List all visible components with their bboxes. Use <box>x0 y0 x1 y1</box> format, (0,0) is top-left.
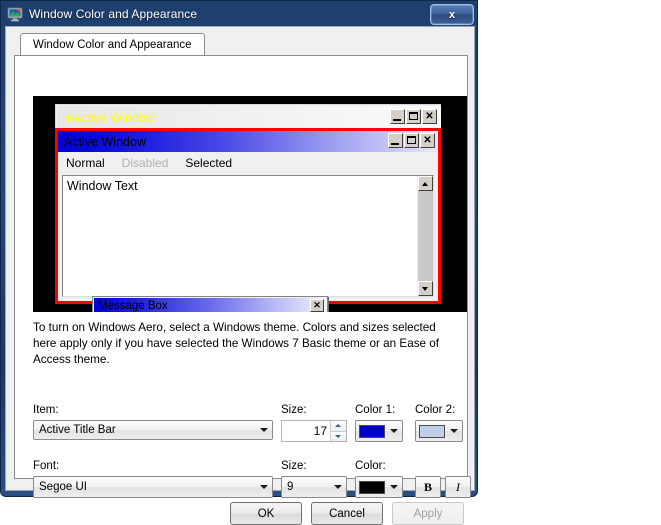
maximize-icon[interactable] <box>404 133 419 148</box>
font-label: Font: <box>33 460 60 472</box>
item-size-spin-buttons <box>330 421 346 441</box>
item-size-value[interactable]: 17 <box>282 421 330 441</box>
dialog-client-area: Window Color and Appearance Inactive Win… <box>5 26 475 525</box>
scroll-down-icon[interactable] <box>418 281 433 296</box>
chevron-down-icon[interactable] <box>330 485 346 489</box>
preview-active-caption-buttons: ✕ <box>388 133 435 148</box>
scrollbar-track[interactable] <box>418 191 433 281</box>
spinner-down-icon[interactable] <box>331 431 346 441</box>
item-size-label: Size: <box>281 404 307 416</box>
menu-item-selected[interactable]: Selected <box>185 156 232 170</box>
menu-item-disabled: Disabled <box>121 155 169 170</box>
menu-item-normal[interactable]: Normal <box>66 156 105 170</box>
display-monitor-icon <box>7 6 23 22</box>
color2-label: Color 2: <box>415 404 456 416</box>
chevron-down-icon[interactable] <box>445 429 462 433</box>
preview-message-box-title-bar[interactable]: Message Box ✕ <box>94 298 326 312</box>
close-icon[interactable]: ✕ <box>310 299 324 312</box>
font-select[interactable]: Segoe UI <box>33 476 273 498</box>
window-title: Window Color and Appearance <box>29 6 198 21</box>
tab-strip: Window Color and Appearance <box>14 33 468 56</box>
scroll-up-icon[interactable] <box>418 176 433 191</box>
close-icon[interactable]: x <box>430 4 474 25</box>
tab-page: Inactive Window ✕ Active Window ✕ Normal… <box>14 55 471 498</box>
chevron-down-icon[interactable] <box>385 429 402 433</box>
preview-message-box-title-text: Message Box <box>98 300 168 312</box>
font-size-select-value: 9 <box>287 481 294 493</box>
preview-inactive-caption-buttons: ✕ <box>390 109 437 124</box>
title-bar: Window Color and Appearance x <box>1 1 479 26</box>
color2-swatch <box>419 424 445 438</box>
color2-picker[interactable] <box>415 420 463 442</box>
bold-button[interactable]: B <box>415 476 441 498</box>
preview-message-box[interactable]: Message Box ✕ Message Text OK <box>92 296 328 312</box>
preview-window-text: Window Text <box>67 179 138 193</box>
preview-menu-bar: Normal Disabled Selected <box>58 152 438 173</box>
preview-inactive-title-text: Inactive Window <box>64 110 156 125</box>
chevron-down-icon[interactable] <box>256 485 272 489</box>
appearance-preview[interactable]: Inactive Window ✕ Active Window ✕ Normal… <box>33 96 467 312</box>
item-select-value: Active Title Bar <box>39 424 116 436</box>
item-label: Item: <box>33 404 59 416</box>
font-size-select[interactable]: 9 <box>281 476 347 498</box>
spinner-up-icon[interactable] <box>331 421 346 432</box>
italic-button[interactable]: I <box>445 476 471 498</box>
item-size-stepper[interactable]: 17 <box>281 420 347 442</box>
cancel-button[interactable]: Cancel <box>311 502 383 525</box>
apply-button: Apply <box>392 502 464 525</box>
chevron-down-icon[interactable] <box>256 428 272 432</box>
font-select-value: Segoe UI <box>39 481 87 493</box>
item-select[interactable]: Active Title Bar <box>33 420 273 440</box>
description-text: To turn on Windows Aero, select a Window… <box>33 321 440 366</box>
maximize-icon[interactable] <box>406 109 421 124</box>
preview-active-window[interactable]: Active Window ✕ Normal Disabled Selected <box>55 128 441 304</box>
preview-vertical-scrollbar[interactable] <box>417 176 433 296</box>
preview-inactive-title-bar[interactable]: Inactive Window ✕ <box>57 106 441 129</box>
color1-picker[interactable] <box>355 420 403 442</box>
close-icon[interactable]: ✕ <box>422 109 437 124</box>
window-color-and-appearance-dialog: Window Color and Appearance x Window Col… <box>0 0 479 525</box>
font-color-picker[interactable] <box>355 476 403 498</box>
preview-active-title-text: Active Window <box>64 134 146 149</box>
close-icon[interactable]: ✕ <box>420 133 435 148</box>
chevron-down-icon[interactable] <box>385 485 402 489</box>
color1-label: Color 1: <box>355 404 396 416</box>
ok-button[interactable]: OK <box>230 502 302 525</box>
font-color-label: Color: <box>355 460 386 472</box>
preview-active-title-bar[interactable]: Active Window ✕ <box>58 131 438 152</box>
tab-window-color-and-appearance[interactable]: Window Color and Appearance <box>20 33 205 56</box>
font-size-label: Size: <box>281 460 307 472</box>
color1-swatch <box>359 424 385 438</box>
font-color-swatch <box>359 480 385 494</box>
minimize-icon[interactable] <box>388 133 403 148</box>
preview-active-window-client: Window Text <box>62 175 434 297</box>
minimize-icon[interactable] <box>390 109 405 124</box>
